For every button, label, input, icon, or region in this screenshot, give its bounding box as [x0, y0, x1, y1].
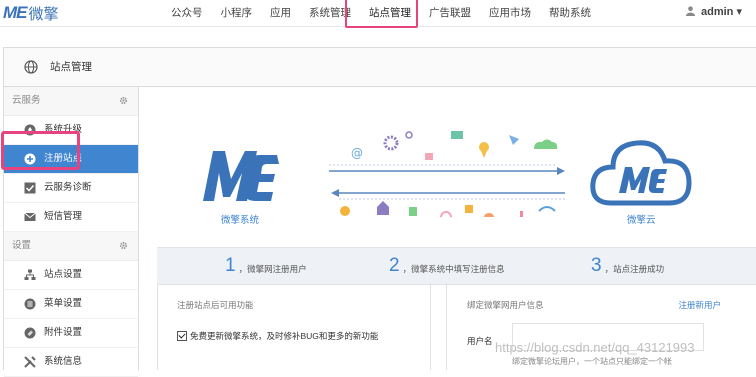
nav-item-official-account[interactable]: 公众号 — [162, 0, 212, 26]
sidebar-item-cloud-diagnose[interactable]: 云服务诊断 — [4, 174, 138, 203]
main-content: 微擎系统 @ 微擎云 1 ，微擎网注册用户 2 ，微擎系统中填写注册信息 3 ，… — [139, 87, 756, 370]
nav-item-app-market[interactable]: 应用市场 — [480, 0, 540, 26]
cloud-diagnose-icon — [24, 182, 36, 194]
menu-list-icon — [24, 298, 36, 310]
highlight-box-nav — [345, 0, 418, 28]
nav-item-apps[interactable]: 应用 — [261, 0, 300, 26]
logo-mark: ME — [3, 3, 27, 22]
step-number: 2 — [389, 255, 400, 276]
sidebar-section-label: 设置 — [12, 240, 32, 251]
username-label: 用户名 — [467, 336, 493, 346]
sidebar-item-label: 站点设置 — [44, 269, 83, 280]
content-frame: 站点管理 云服务 系统升级 注册站点 云服务诊断 短信管理 设置 站点设置 菜单… — [1, 47, 756, 377]
sidebar-item-label: 菜单设置 — [44, 298, 83, 309]
globe-icon — [24, 60, 38, 74]
highlight-box-sidebar — [1, 131, 80, 170]
sidebar-item-sms[interactable]: 短信管理 — [4, 203, 138, 232]
step-2: 2 ，微擎系统中填写注册信息 — [389, 248, 505, 284]
step-text: ，微擎系统中填写注册信息 — [402, 263, 505, 274]
user-menu[interactable]: admin ▾ — [685, 0, 742, 24]
registration-steps: 1 ，微擎网注册用户 2 ，微擎系统中填写注册信息 3 ，站点注册成功 — [157, 247, 756, 285]
bind-user-panel: 绑定微擎网用户信息 注册新用户 用户名 绑定微擎论坛用户，一个站点只能绑定一个帐 — [446, 283, 756, 370]
logo[interactable]: ME 微擎 — [3, 3, 59, 23]
sidebar-item-label: 短信管理 — [44, 211, 83, 222]
top-bar: ME 微擎 公众号 小程序 应用 系统管理 站点管理 广告联盟 应用市场 帮助系… — [0, 0, 756, 28]
page-header: 站点管理 — [4, 48, 756, 87]
we7-cloud-label: 微擎云 — [627, 215, 656, 226]
feature-text: 免费更新微擎系统，及时修补BUG和更多的新功能 — [190, 331, 379, 341]
nav-item-ad-alliance[interactable]: 广告联盟 — [420, 0, 480, 26]
sidebar-item-site-settings[interactable]: 站点设置 — [4, 261, 138, 290]
sidebar-item-attachment-settings[interactable]: 附件设置 — [4, 319, 138, 348]
username: admin — [701, 6, 734, 18]
attachment-icon — [24, 327, 36, 339]
sidebar-section-settings: 设置 — [4, 232, 138, 261]
page-title: 站点管理 — [50, 61, 92, 73]
gear-icon[interactable] — [119, 241, 128, 250]
nav-item-mini-program[interactable]: 小程序 — [212, 0, 262, 26]
sidebar-item-system-info[interactable]: 系统信息 — [4, 348, 138, 377]
feature-update-item: 免费更新微擎系统，及时修补BUG和更多的新功能 — [177, 330, 378, 342]
sidebar-section-cloud: 云服务 — [4, 87, 138, 116]
sidebar-section-label: 云服务 — [12, 95, 41, 106]
watermark: https://blog.csdn.net/qq_43121993 — [495, 340, 695, 355]
step-text: ，站点注册成功 — [604, 263, 665, 274]
svg-text:@: @ — [351, 146, 363, 160]
features-panel: 注册站点后可用功能 免费更新微擎系统，及时修补BUG和更多的新功能 — [157, 283, 431, 370]
we7-system-logo — [203, 151, 279, 201]
sidebar-item-label: 云服务诊断 — [44, 182, 92, 193]
sidebar-item-menu-settings[interactable]: 菜单设置 — [4, 290, 138, 319]
chevron-down-icon: ▾ — [736, 6, 742, 18]
we7-system-label: 微擎系统 — [221, 215, 260, 226]
sidebar-item-label: 系统信息 — [44, 356, 83, 367]
gear-icon[interactable] — [119, 96, 128, 105]
bind-user-title: 绑定微擎网用户信息 — [467, 300, 544, 310]
step-number: 3 — [591, 255, 602, 276]
envelope-icon — [24, 212, 36, 221]
step-text: ，微擎网注册用户 — [238, 263, 307, 274]
step-3: 3 ，站点注册成功 — [591, 248, 664, 284]
sitemap-icon — [24, 269, 36, 280]
step-number: 1 — [225, 255, 236, 276]
sidebar: 云服务 系统升级 注册站点 云服务诊断 短信管理 设置 站点设置 菜单设置 附件… — [4, 87, 139, 377]
features-panel-title: 注册站点后可用功能 — [177, 300, 254, 310]
sidebar-item-label: 附件设置 — [44, 327, 83, 338]
nav-item-help[interactable]: 帮助系统 — [540, 0, 600, 26]
checkbox-icon — [177, 331, 187, 341]
we7-cloud-logo — [590, 140, 692, 206]
step-1: 1 ，微擎网注册用户 — [225, 248, 307, 284]
wrench-icon — [24, 356, 36, 368]
register-new-user-link[interactable]: 注册新用户 — [678, 299, 721, 311]
user-icon — [685, 6, 695, 16]
username-hint: 绑定微擎论坛用户，一个站点只能绑定一个帐 — [512, 357, 672, 366]
register-hero: 微擎系统 @ 微擎云 — [139, 87, 756, 257]
logo-text: 微擎 — [28, 4, 59, 23]
sync-arrows-illustration: @ — [329, 131, 565, 217]
